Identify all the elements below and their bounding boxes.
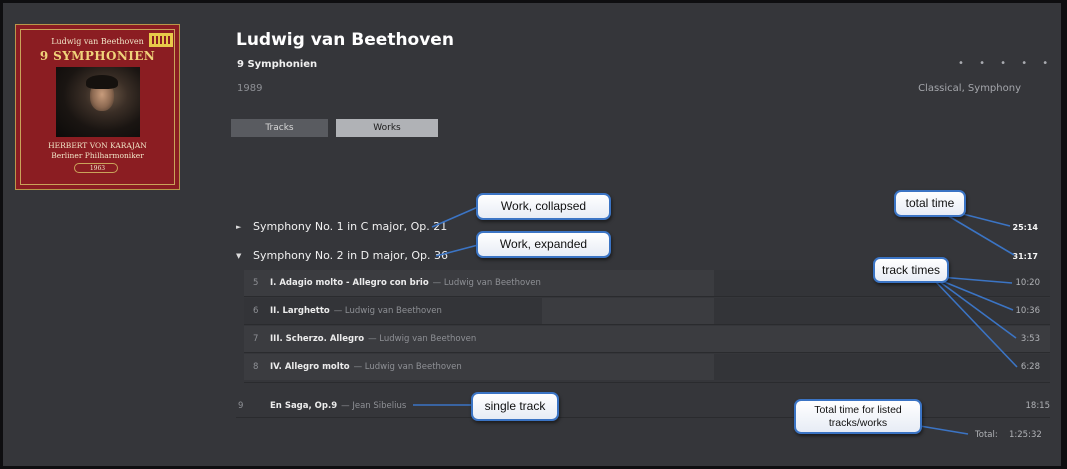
row-divider xyxy=(244,382,1050,383)
work-row-expanded[interactable]: ▼ Symphony No. 2 in D major, Op. 36 xyxy=(236,249,448,262)
row-highlight xyxy=(714,298,1050,324)
track-time: 6:28 xyxy=(1020,362,1040,372)
total-label: Total: xyxy=(975,430,998,440)
track-row[interactable]: 8 IV. Allegro molto — Ludwig van Beethov… xyxy=(244,354,1050,380)
cover-artist: HERBERT VON KARAJAN Berliner Philharmoni… xyxy=(16,141,179,161)
tab-works[interactable]: Works xyxy=(336,119,438,137)
track-row[interactable]: 6 II. Larghetto — Ludwig van Beethoven 1… xyxy=(244,298,1050,324)
track-row[interactable]: 7 III. Scherzo. Allegro — Ludwig van Bee… xyxy=(244,326,1050,352)
callout-total-time: total time xyxy=(894,190,966,217)
album-title: 9 Symphonien xyxy=(237,59,318,70)
callout-track-times: track times xyxy=(873,257,949,283)
album-year: 1989 xyxy=(237,83,263,94)
callout-work-collapsed: Work, collapsed xyxy=(476,193,611,220)
row-highlight xyxy=(714,354,1050,380)
tab-tracks[interactable]: Tracks xyxy=(231,119,328,137)
track-artist[interactable]: — Jean Sibelius xyxy=(341,401,406,411)
track-number: 5 xyxy=(253,278,259,288)
album-artist[interactable]: Ludwig van Beethoven xyxy=(236,30,454,50)
callout-work-expanded: Work, expanded xyxy=(476,231,611,258)
total-value: 1:25:32 xyxy=(1009,430,1042,440)
single-track-row[interactable]: 9 En Saga, Op.9 — Jean Sibelius 18:15 xyxy=(236,397,1050,415)
work-total-time: 25:14 xyxy=(1012,223,1038,232)
expand-arrow-icon[interactable]: ► xyxy=(236,223,253,231)
row-divider xyxy=(244,324,1050,325)
track-title: III. Scherzo. Allegro xyxy=(270,334,365,344)
collapse-arrow-icon[interactable]: ▼ xyxy=(236,252,253,260)
album-genre[interactable]: Classical, Symphony xyxy=(918,83,1021,94)
track-title: En Saga, Op.9 xyxy=(270,401,338,411)
callout-total-listed-line2: tracks/works xyxy=(828,416,888,429)
rating-dots[interactable]: • • • • • xyxy=(958,58,1054,69)
callout-single-track: single track xyxy=(471,392,559,421)
callout-total-listed: Total time for listed tracks/works xyxy=(794,399,922,434)
track-title: II. Larghetto xyxy=(270,306,330,316)
cover-year: 1963 xyxy=(89,165,106,172)
cover-orchestra: Berliner Philharmoniker xyxy=(51,151,144,160)
row-divider xyxy=(236,417,1050,418)
track-artist[interactable]: — Ludwig van Beethoven xyxy=(433,278,541,288)
cover-title: 9 SYMPHONIEN xyxy=(39,49,156,63)
track-time: 18:15 xyxy=(1025,401,1051,411)
track-title: I. Adagio molto - Allegro con brio xyxy=(270,278,429,288)
track-artist[interactable]: — Ludwig van Beethoven xyxy=(368,334,476,344)
work-row-collapsed[interactable]: ► Symphony No. 1 in C major, Op. 21 xyxy=(236,220,447,233)
work-total-time: 31:17 xyxy=(1012,252,1038,261)
track-title: IV. Allegro molto xyxy=(270,362,350,372)
track-number: 6 xyxy=(253,306,259,316)
cover-portrait-hair xyxy=(86,75,118,89)
work-title: Symphony No. 1 in C major, Op. 21 xyxy=(253,220,448,233)
callout-total-listed-line1: Total time for listed xyxy=(814,403,902,416)
track-artist[interactable]: — Ludwig van Beethoven xyxy=(354,362,462,372)
cover-conductor: HERBERT VON KARAJAN xyxy=(48,141,147,150)
track-number: 9 xyxy=(238,401,244,411)
track-time: 10:36 xyxy=(1015,306,1041,316)
track-artist[interactable]: — Ludwig van Beethoven xyxy=(334,306,442,316)
work-title: Symphony No. 2 in D major, Op. 36 xyxy=(253,249,449,262)
cover-photo xyxy=(56,67,140,137)
cover-composer: Ludwig van Beethoven xyxy=(51,37,144,46)
track-time: 10:20 xyxy=(1015,278,1041,288)
track-time: 3:53 xyxy=(1020,334,1040,344)
album-cover[interactable]: Ludwig van Beethoven 9 SYMPHONIEN HERBER… xyxy=(15,24,180,190)
track-number: 7 xyxy=(253,334,259,344)
row-divider xyxy=(244,296,1050,297)
track-number: 8 xyxy=(253,362,259,372)
row-divider xyxy=(244,352,1050,353)
